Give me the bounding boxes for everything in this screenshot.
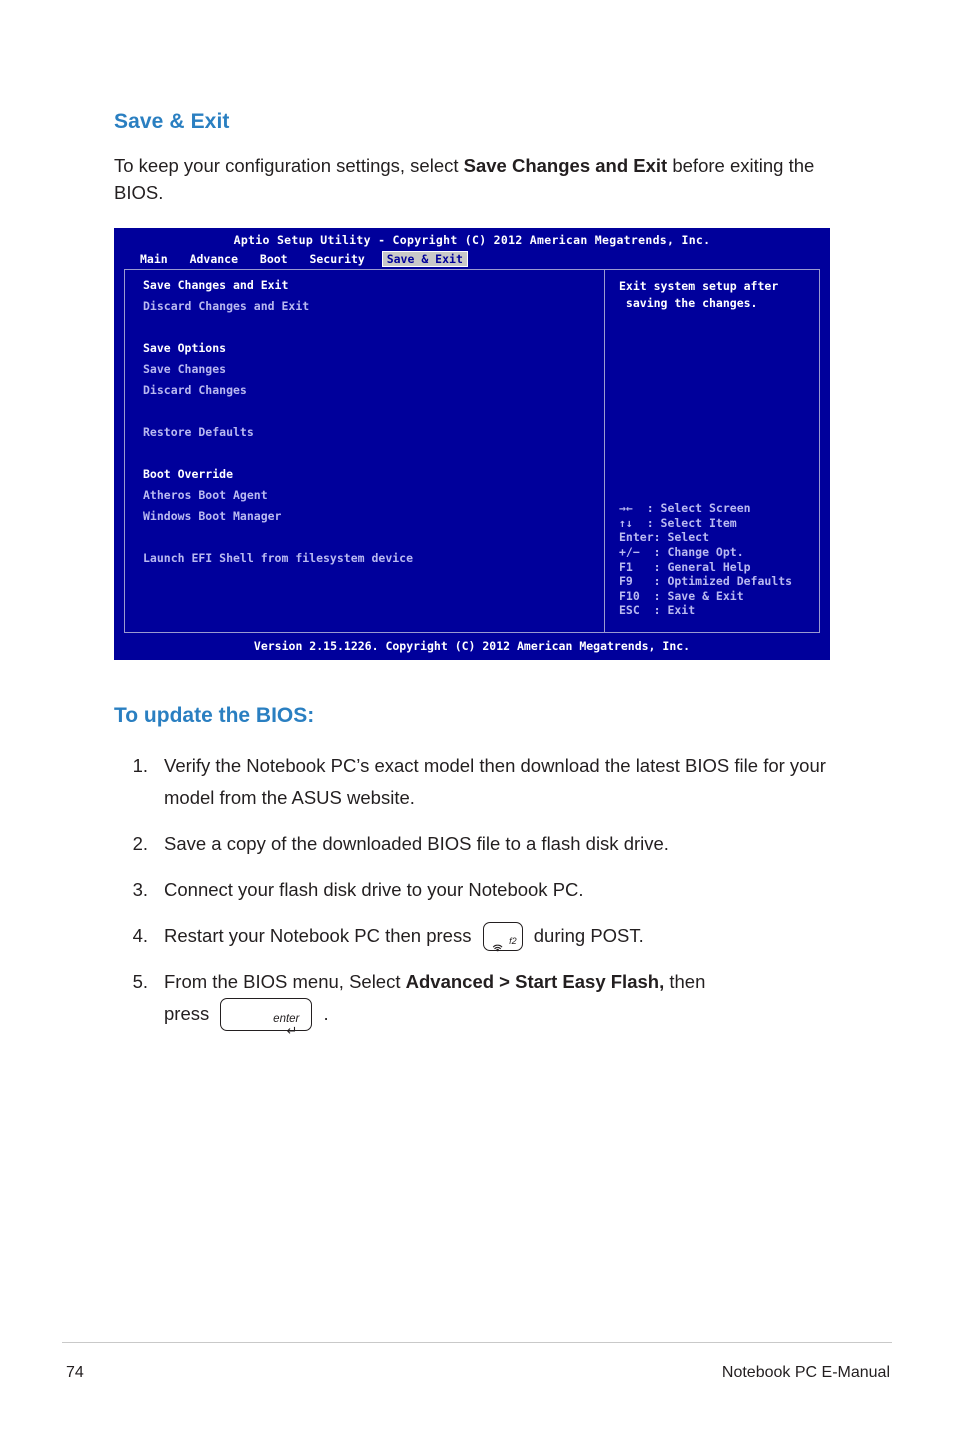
list-item: 3. Connect your flash disk drive to your… [114,874,840,906]
step-text-mid: then [669,970,706,992]
bios-menu-main[interactable]: Main [136,252,172,266]
enter-arrow-icon: ↵ [286,1023,298,1039]
step-number: 5. [132,970,148,992]
page-content: Save & Exit To keep your configuration s… [114,110,840,1045]
bios-menu-list: Save Changes and Exit Discard Changes an… [125,270,605,632]
step-text: Connect your flash disk drive to your No… [164,878,584,900]
bios-menu-security[interactable]: Security [305,252,368,266]
intro-text-1: To keep your configuration settings, sel… [114,155,464,176]
page: Save & Exit To keep your configuration s… [0,0,954,1438]
step-number: 4. [132,924,148,946]
intro-paragraph: To keep your configuration settings, sel… [114,152,840,206]
intro-bold: Save Changes and Exit [463,155,668,176]
bios-item-launch-efi-shell[interactable]: Launch EFI Shell from filesystem device [143,551,604,572]
bios-item-restore-defaults[interactable]: Restore Defaults [143,425,604,446]
bios-help-panel: Exit system setup after saving the chang… [605,270,819,632]
bios-body: Save Changes and Exit Discard Changes an… [124,269,820,633]
bios-item-discard-changes-and-exit[interactable]: Discard Changes and Exit [143,299,604,320]
bios-item-save-changes-and-exit[interactable]: Save Changes and Exit [143,278,604,299]
step-number: 2. [132,832,148,854]
page-number: 74 [66,1364,84,1381]
footer-doc-title: Notebook PC E-Manual [721,1364,890,1381]
key-f2: f2 [482,922,523,952]
bios-heading-boot-override: Boot Override [143,467,234,481]
wifi-icon [490,932,506,952]
list-item: 4. Restart your Notebook PC then press f… [114,920,840,952]
step-text: Verify the Notebook PC’s exact model the… [164,754,826,808]
list-item: 1. Verify the Notebook PC’s exact model … [114,750,840,814]
bios-item-windows-boot-manager[interactable]: Windows Boot Manager [143,509,604,530]
bios-spacer-4 [143,530,604,551]
step-text-period: . [323,1002,329,1024]
steps-list: 1. Verify the Notebook PC’s exact model … [114,750,840,1039]
step-number: 1. [132,754,148,776]
bios-screenshot: Aptio Setup Utility - Copyright (C) 2012… [114,228,830,660]
section-title-update-bios: To update the BIOS: [114,703,315,727]
bios-menu-boot[interactable]: Boot [256,252,292,266]
bios-key-legend: →← : Select Screen ↑↓ : Select Item Ente… [619,501,793,618]
step-text-after-key: during POST. [533,924,644,946]
bios-spacer-2 [143,404,604,425]
bios-item-save-changes[interactable]: Save Changes [143,362,604,383]
bios-spacer-1 [143,320,604,341]
list-item: 5. From the BIOS menu, Select Advanced >… [114,966,840,1039]
list-item: 2. Save a copy of the downloaded BIOS fi… [114,828,840,860]
step-text-press: press [164,1002,210,1024]
footer-divider [62,1342,892,1343]
bios-version-footer: Version 2.15.1226. Copyright (C) 2012 Am… [253,639,691,653]
bios-item-discard-changes[interactable]: Discard Changes [143,383,604,404]
bios-menu-advance[interactable]: Advance [186,252,242,266]
bios-menu-save-exit[interactable]: Save & Exit [381,250,468,267]
bios-spacer-3 [143,446,604,467]
key-enter: enter ↵ [220,998,313,1038]
step-text-before-bold: From the BIOS menu, Select [164,970,401,992]
step-text-before-key: Restart your Notebook PC then press [164,924,472,946]
key-f2-label: f2 [509,936,517,947]
bios-heading-save-options: Save Options [143,341,227,355]
bios-help-text: Exit system setup after saving the chang… [619,279,779,310]
step-number: 3. [132,878,148,900]
step-bold-text: Advanced > Start Easy Flash, [405,970,665,992]
page-title: Save & Exit [114,110,230,133]
bios-menubar: Main Advance Boot Security Save & Exit [114,250,830,270]
bios-title: Aptio Setup Utility - Copyright (C) 2012… [233,233,711,247]
step-text: Save a copy of the downloaded BIOS file … [164,832,669,854]
bios-item-atheros-boot-agent[interactable]: Atheros Boot Agent [143,488,604,509]
